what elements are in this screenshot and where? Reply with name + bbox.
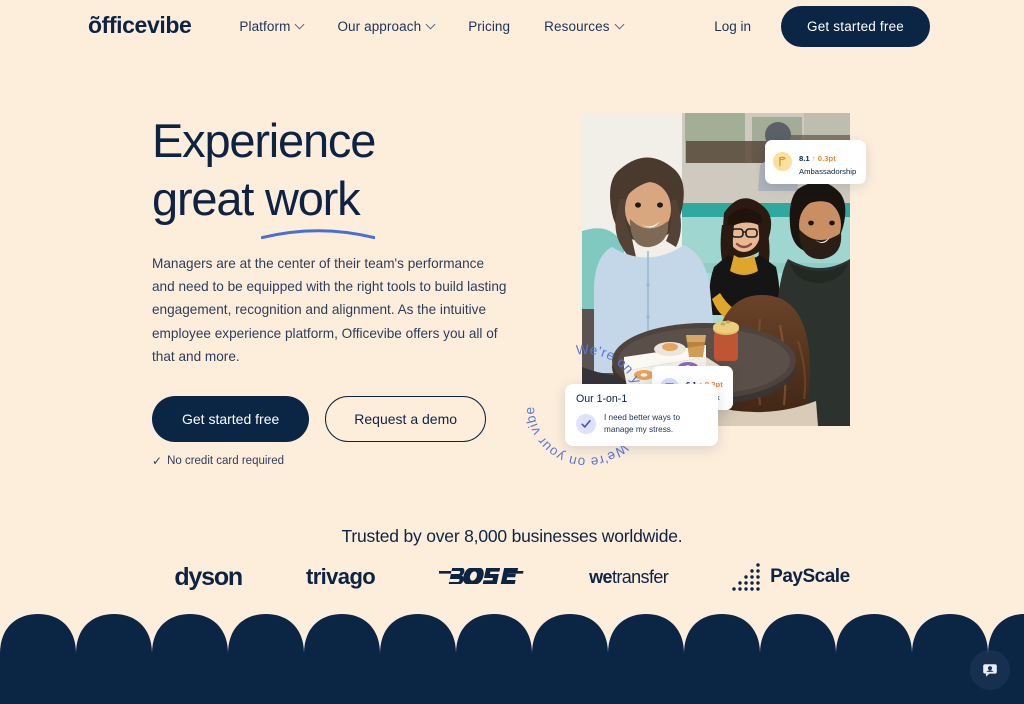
nav-item-our-approach[interactable]: Our approach	[337, 18, 436, 34]
hero-description: Managers are at the center of their team…	[152, 255, 507, 365]
logo-dyson-label: dyson	[174, 562, 243, 591]
metric-label: Ambassadorship	[799, 167, 857, 176]
one-on-one-title: Our 1-on-1	[576, 393, 628, 405]
chevron-down-icon	[614, 19, 625, 29]
one-on-one-item-text: I need better ways to manage my stress.	[604, 413, 681, 434]
nav-item-resources[interactable]: Resources	[544, 18, 625, 34]
nav-actions: Log in Get started free	[714, 5, 930, 47]
logo-wetransfer-bold: we	[589, 566, 612, 587]
nav-item-platform[interactable]: Platform	[239, 18, 305, 34]
top-navigation-bar: õfficevibe Platform Our approach Pricing…	[0, 0, 1024, 52]
nav-item-pricing-label: Pricing	[468, 18, 511, 34]
nav-item-our-approach-label: Our approach	[337, 18, 422, 34]
headline-underlined-word-wrap: work	[261, 170, 376, 239]
chat-widget-icon	[983, 664, 997, 677]
one-on-one-card[interactable]: Our 1-on-1 I need better ways to manage …	[565, 384, 718, 447]
nav-item-platform-label: Platform	[239, 18, 291, 34]
trusted-heading: Trusted by over 8,000 businesses worldwi…	[341, 526, 683, 546]
login-link[interactable]: Log in	[714, 19, 751, 34]
logo-payscale: PayScale	[732, 562, 850, 592]
headline-line-1: Experience	[152, 114, 376, 167]
metric-score: 8.1	[799, 154, 810, 163]
nav-item-pricing[interactable]: Pricing	[468, 19, 510, 34]
logo-bose-mark	[439, 568, 524, 584]
logo-wetransfer: wetransfer	[589, 566, 669, 588]
logo-dyson: dyson	[174, 562, 243, 592]
flag-icon	[773, 152, 792, 172]
logo-wetransfer-label: wetransfer	[589, 566, 669, 588]
headline-line-2-underlined: work	[265, 171, 361, 225]
nav-item-resources-label: Resources	[544, 18, 610, 34]
no-credit-card-note: ✓ No credit card required	[152, 454, 532, 468]
hero-copy: Experience great work Managers are at th…	[152, 112, 532, 468]
nav-links: Platform Our approach Pricing Resources	[239, 18, 625, 34]
metric-text: 8.1 ↑ 0.3pt Ambassadorship	[799, 147, 856, 177]
hero-cta-row: Get started free Request a demo	[152, 396, 532, 443]
page-title: Experience great work	[152, 112, 532, 239]
chevron-down-icon	[425, 19, 436, 29]
logo-trivago: trivago	[305, 564, 376, 590]
no-credit-card-label: No credit card required	[167, 455, 285, 468]
underline-arc-icon	[261, 228, 376, 239]
chat-widget-button[interactable]	[970, 650, 1010, 690]
logo-payscale-label: PayScale	[770, 566, 850, 587]
check-icon: ✓	[152, 454, 163, 469]
nav-get-started-free-button[interactable]: Get started free	[781, 5, 930, 47]
officevibe-logo[interactable]: õfficevibe	[88, 13, 192, 37]
check-icon	[576, 413, 596, 434]
scalloped-wave-footer	[0, 614, 1024, 704]
hero-get-started-free-button[interactable]: Get started free	[152, 396, 310, 443]
metric-card-ambassadorship[interactable]: 8.1 ↑ 0.3pt Ambassadorship	[765, 140, 867, 184]
payscale-dots-icon	[732, 563, 760, 591]
landing-page: õfficevibe Platform Our approach Pricing…	[0, 0, 1024, 704]
tea-pitcher	[713, 321, 739, 361]
logo-trivago-label: trivago	[305, 564, 376, 589]
client-logos: dyson trivago wetransfer PayScale	[0, 562, 1024, 592]
metric-top-row: 8.1 ↑ 0.3pt	[799, 154, 836, 163]
one-on-one-item: I need better ways to manage my stress.	[576, 412, 707, 435]
metric-delta: ↑ 0.3pt	[811, 154, 836, 163]
logo-bose	[439, 564, 525, 590]
headline-line-2-prefix: great	[152, 171, 265, 225]
glass-of-tea	[686, 335, 706, 357]
chevron-down-icon	[294, 19, 305, 29]
logo-wetransfer-rest: transfer	[611, 566, 669, 587]
hero-request-demo-button[interactable]: Request a demo	[325, 396, 487, 443]
